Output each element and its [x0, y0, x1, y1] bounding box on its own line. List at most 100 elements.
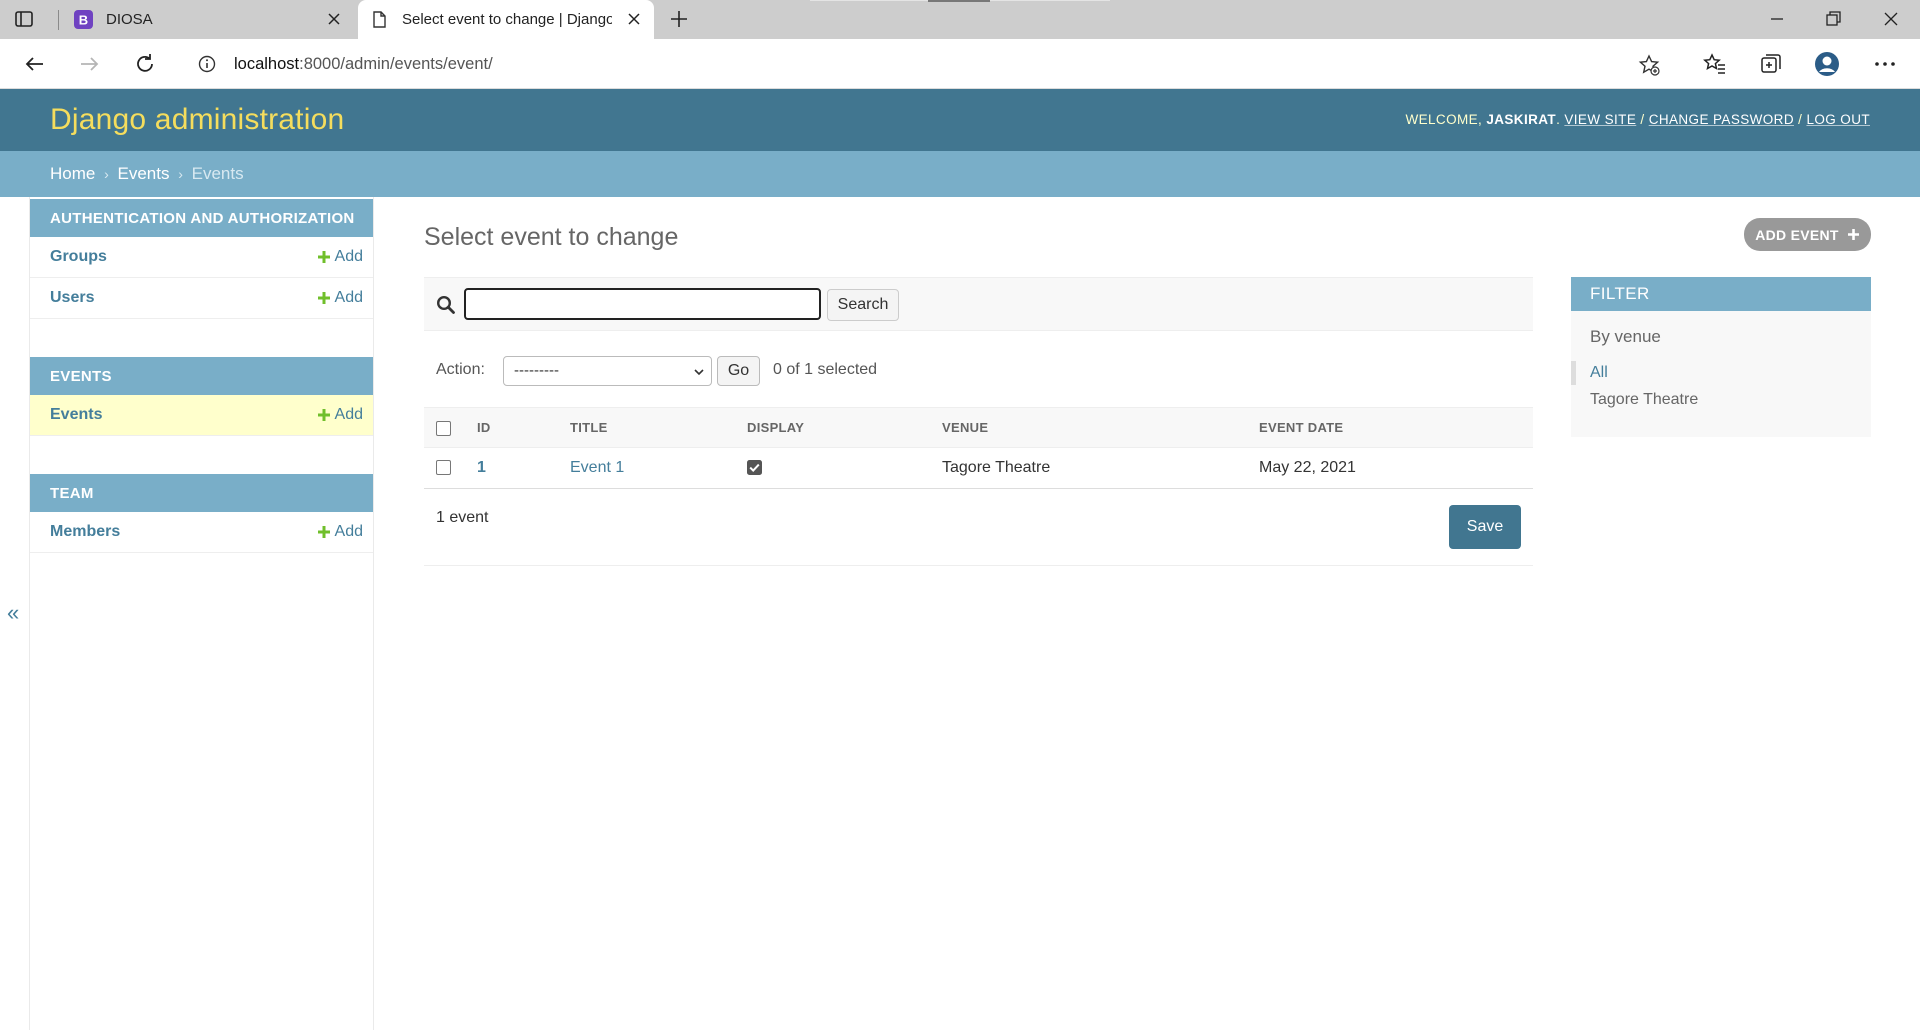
breadcrumb-current: Events [191, 164, 244, 183]
minimize-icon[interactable] [1766, 8, 1788, 30]
page-icon [370, 10, 389, 29]
column-header-display[interactable]: DISPLAY [735, 407, 930, 448]
changelist: Search Action: --------- Go 0 of 1 selec… [424, 277, 1533, 566]
username: JASKIRAT [1486, 112, 1557, 127]
breadcrumb: Home › Events › Events [0, 151, 1920, 197]
add-label: Add [334, 523, 363, 540]
browser-tab-diosa[interactable]: B DIOSA [62, 0, 354, 39]
module-caption[interactable]: TEAM [30, 474, 373, 512]
add-favorite-icon[interactable] [1638, 54, 1660, 76]
profile-avatar-icon[interactable] [1814, 51, 1840, 77]
tab-strip-indicator [928, 0, 990, 2]
sidebar-item-users: Users Add [30, 278, 373, 319]
model-link-members[interactable]: Members [50, 523, 120, 541]
row-title-link[interactable]: Event 1 [570, 459, 624, 476]
svg-text:B: B [79, 13, 88, 28]
plus-icon [317, 409, 330, 421]
column-header-title[interactable]: TITLE [558, 407, 735, 448]
view-site-link[interactable]: VIEW SITE [1564, 112, 1636, 127]
cell-title: Event 1 [558, 447, 735, 489]
filter-heading: By venue [1590, 327, 1661, 346]
add-event-label: ADD EVENT [1755, 226, 1839, 243]
action-counter: 0 of 1 selected [773, 361, 878, 378]
separator: / [1798, 112, 1803, 127]
address-bar[interactable]: localhost:8000/admin/events/event/ [180, 46, 1676, 82]
filter-selected-marker [1571, 361, 1576, 385]
site-brand[interactable]: Django administration [50, 103, 344, 137]
browser-tab-active[interactable]: Select event to change | Django [358, 0, 654, 39]
user-tools: WELCOME, JASKIRAT. VIEW SITE / CHANGE PA… [1405, 112, 1870, 127]
sidebar-item-groups: Groups Add [30, 237, 373, 278]
cell-display [735, 447, 930, 489]
model-link-groups[interactable]: Groups [50, 248, 107, 266]
cell-venue: Tagore Theatre [930, 447, 1247, 489]
forward-icon[interactable] [76, 51, 102, 77]
browser-tab-bar: B DIOSA Select event to change | Django [0, 0, 1920, 39]
refresh-icon[interactable] [132, 51, 158, 77]
close-tab-icon[interactable] [326, 11, 342, 27]
display-checkbox[interactable] [747, 460, 762, 476]
log-out-link[interactable]: LOG OUT [1806, 112, 1870, 127]
add-groups-link[interactable]: Add [317, 248, 363, 266]
favorites-icon[interactable] [1702, 51, 1728, 77]
search-icon [436, 295, 455, 314]
search-input[interactable] [464, 288, 821, 320]
page-title: Select event to change [424, 223, 679, 251]
filter-option-all[interactable]: All [1590, 364, 1608, 382]
module-auth: AUTHENTICATION AND AUTHORIZATION Groups … [30, 199, 373, 319]
column-header-venue[interactable]: VENUE [930, 407, 1247, 448]
tab-title: DIOSA [106, 11, 153, 28]
add-event-button[interactable]: ADD EVENT [1744, 218, 1871, 251]
action-label: Action: [436, 361, 485, 378]
tab-separator [58, 10, 59, 30]
back-icon[interactable] [22, 51, 48, 77]
add-events-link[interactable]: Add [317, 406, 363, 424]
add-label: Add [334, 289, 363, 306]
collections-icon[interactable] [1758, 51, 1784, 77]
row-select-checkbox[interactable] [436, 460, 451, 476]
close-tab-icon[interactable] [626, 11, 642, 27]
changelist-filter: FILTER By venue All Tagore Theatre [1571, 277, 1871, 437]
more-options-icon[interactable] [1872, 51, 1898, 77]
search-button[interactable]: Search [827, 289, 899, 321]
select-all-header [424, 407, 466, 448]
model-link-users[interactable]: Users [50, 289, 94, 307]
action-select[interactable]: --------- [503, 356, 712, 386]
model-link-events[interactable]: Events [50, 406, 102, 424]
result-list: ID TITLE DISPLAY VENUE EVENT DATE 1 Even… [424, 407, 1533, 489]
filter-option-tagore-theatre[interactable]: Tagore Theatre [1590, 391, 1698, 409]
save-button[interactable]: Save [1449, 505, 1521, 549]
change-password-link[interactable]: CHANGE PASSWORD [1649, 112, 1794, 127]
breadcrumb-home[interactable]: Home [50, 164, 95, 183]
breadcrumb-separator: › [178, 166, 183, 182]
plus-icon [1847, 229, 1859, 240]
add-members-link[interactable]: Add [317, 523, 363, 541]
close-window-icon[interactable] [1880, 8, 1902, 30]
tab-actions-icon[interactable] [14, 9, 34, 29]
plus-icon [317, 526, 330, 538]
row-id-link[interactable]: 1 [477, 459, 486, 476]
table-header-row: ID TITLE DISPLAY VENUE EVENT DATE [424, 407, 1533, 448]
module-caption[interactable]: AUTHENTICATION AND AUTHORIZATION [30, 199, 373, 237]
action-selected-value: --------- [514, 362, 559, 379]
column-header-id[interactable]: ID [466, 407, 558, 448]
search-toolbar: Search [424, 277, 1533, 331]
sidebar-collapse-toggle[interactable]: « [7, 600, 19, 626]
filter-caption: FILTER [1571, 277, 1871, 311]
column-header-event-date[interactable]: EVENT DATE [1247, 407, 1533, 448]
add-users-link[interactable]: Add [317, 289, 363, 307]
breadcrumb-separator: › [104, 166, 109, 182]
add-label: Add [334, 406, 363, 423]
plus-icon [317, 292, 330, 304]
new-tab-icon[interactable] [668, 8, 690, 30]
url-path: :8000/admin/events/event/ [299, 55, 493, 73]
restore-icon[interactable] [1822, 8, 1844, 30]
breadcrumb-app[interactable]: Events [118, 164, 170, 183]
module-caption[interactable]: EVENTS [30, 357, 373, 395]
url-text[interactable]: localhost:8000/admin/events/event/ [234, 55, 493, 74]
go-button[interactable]: Go [717, 356, 760, 386]
bootstrap-favicon-icon: B [74, 10, 93, 29]
site-info-icon[interactable] [198, 55, 216, 73]
select-all-checkbox[interactable] [436, 420, 451, 436]
module-events: EVENTS Events Add [30, 357, 373, 436]
